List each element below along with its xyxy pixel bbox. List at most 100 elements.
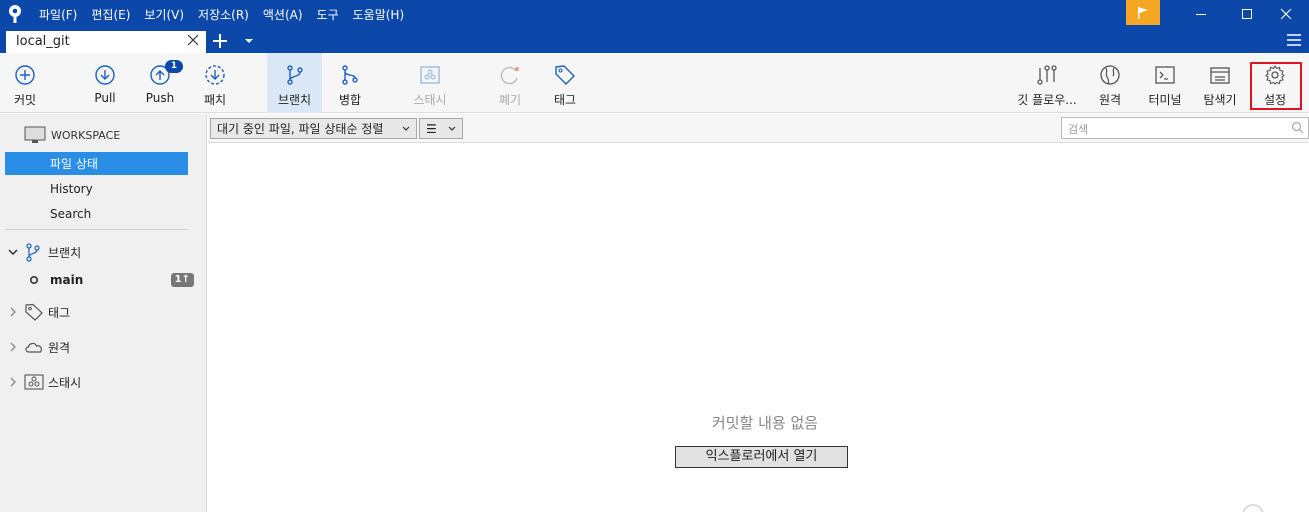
discard-icon [500,66,519,85]
hamburger-menu-icon[interactable] [1286,32,1302,48]
tag-icon [555,65,575,85]
tag-button[interactable]: 태그 [542,53,588,113]
chevron-right-icon [10,342,16,352]
tags-header[interactable]: 태그 [0,301,207,323]
branch-icon [26,243,40,262]
current-branch-dot-icon [29,275,39,285]
tags-header-label: 태그 [48,305,71,320]
remotes-header-label: 원격 [48,340,71,355]
terminal-label: 터미널 [1148,93,1182,107]
loading-indicator [1242,504,1264,512]
tab-local-git[interactable]: local_git [6,31,206,53]
push-count-badge: 1 [165,60,183,73]
view-mode-dropdown[interactable]: ☰ [419,118,463,139]
sort-dropdown-value: 대기 중인 파일, 파일 상태순 정렬 [217,122,384,136]
chevron-down-icon [448,126,456,131]
empty-state-message: 커밋할 내용 없음 [711,414,819,432]
git-flow-button[interactable]: 깃 플로우... [1013,53,1081,113]
flag-icon [1138,6,1148,19]
menu-tools[interactable]: 도구 [310,6,346,23]
sidebar-item-label: 파일 상태 [50,157,98,171]
view-mode-value: ☰ [426,121,437,136]
tab-label: local_git [16,34,70,49]
stash-label: 스태시 [413,93,447,107]
tab-close-icon[interactable] [186,33,200,47]
fetch-icon [205,65,225,85]
explorer-label: 탐색기 [1203,93,1237,107]
sidebar-item-history[interactable]: History [0,178,207,200]
fetch-button[interactable]: 패치 [192,53,238,113]
branch-label: 브랜치 [277,93,312,107]
explorer-button[interactable]: 탐색기 [1196,53,1244,113]
stashes-header[interactable]: 스태시 [0,371,207,393]
globe-icon [1100,65,1120,85]
menu-file[interactable]: 파일(F) [32,6,84,23]
branch-item-main[interactable]: main 1↑ [0,269,207,291]
chevron-right-icon [10,377,16,387]
merge-label: 병합 [338,93,362,107]
search-placeholder: 검색 [1068,123,1089,136]
menu-view[interactable]: 보기(V) [137,6,191,23]
pull-label: Pull [94,91,116,105]
menu-bar: 파일(F) 편집(E) 보기(V) 저장소(R) 액션(A) 도구 도움말(H) [32,0,411,28]
stash-button[interactable]: 스태시 [405,53,455,113]
branch-button[interactable]: 브랜치 [267,53,322,113]
sidebar-item-file-status[interactable]: 파일 상태 [5,152,188,175]
workspace-header-label: WORKSPACE [51,128,121,142]
settings-highlight-box [1250,62,1302,110]
stash-icon [24,374,44,390]
pull-icon [95,65,115,85]
fetch-label: 패치 [203,93,227,107]
monitor-icon [24,126,46,143]
minimize-button[interactable] [1178,0,1224,28]
close-icon [1280,8,1292,20]
search-icon [1291,121,1304,134]
git-flow-label: 깃 플로우... [1017,93,1077,107]
menu-actions[interactable]: 액션(A) [256,6,310,23]
remote-button[interactable]: 원격 [1091,53,1129,113]
sourcetree-logo-icon [9,5,21,23]
toolbar: 커밋 Pull Push 1 패치 브랜치 병합 스태시 폐기 태그 깃 플로우… [0,53,1309,113]
open-in-explorer-button[interactable]: 익스플로러에서 열기 [675,446,848,468]
cloud-icon [25,342,43,353]
maximize-icon [1242,9,1252,19]
tag-icon [25,303,43,321]
menu-help[interactable]: 도움말(H) [346,6,412,23]
tab-list-chevron-icon[interactable] [244,36,254,46]
sidebar-item-label: History [50,182,93,196]
add-tab-icon[interactable] [210,31,230,51]
git-flow-icon [1037,65,1057,85]
discard-label: 폐기 [498,93,522,107]
branch-main-label: main [50,273,84,287]
commit-label: 커밋 [13,93,37,107]
discard-button[interactable]: 폐기 [487,53,533,113]
search-input[interactable]: 검색 [1061,117,1309,139]
merge-button[interactable]: 병합 [326,53,374,113]
flag-button[interactable] [1126,0,1160,25]
tab-bar: local_git [0,28,1309,53]
chevron-down-icon [402,126,410,131]
terminal-button[interactable]: 터미널 [1142,53,1188,113]
commit-button[interactable]: 커밋 [0,53,50,113]
sidebar-item-label: Search [50,207,92,221]
branch-ahead-badge: 1↑ [170,273,194,287]
branch-icon [286,65,303,85]
pull-button[interactable]: Pull [82,53,128,113]
chevron-right-icon [10,307,16,317]
remotes-header[interactable]: 원격 [0,336,207,358]
stash-icon [420,66,440,84]
sidebar: WORKSPACE 파일 상태 History Search 브랜치 main … [0,114,207,512]
title-bar: 파일(F) 편집(E) 보기(V) 저장소(R) 액션(A) 도구 도움말(H) [0,0,1309,28]
remote-label: 원격 [1098,93,1122,107]
merge-icon [342,65,358,85]
branches-header[interactable]: 브랜치 [0,241,207,263]
sort-dropdown[interactable]: 대기 중인 파일, 파일 상태순 정렬 [210,118,417,139]
sidebar-divider [5,229,188,230]
push-label: Push [145,91,175,105]
sidebar-item-search[interactable]: Search [0,203,207,225]
menu-edit[interactable]: 편집(E) [84,6,137,23]
explorer-icon [1210,67,1230,84]
menu-repository[interactable]: 저장소(R) [191,6,256,23]
workspace-header: WORKSPACE [0,124,207,146]
close-window-button[interactable] [1263,0,1309,28]
